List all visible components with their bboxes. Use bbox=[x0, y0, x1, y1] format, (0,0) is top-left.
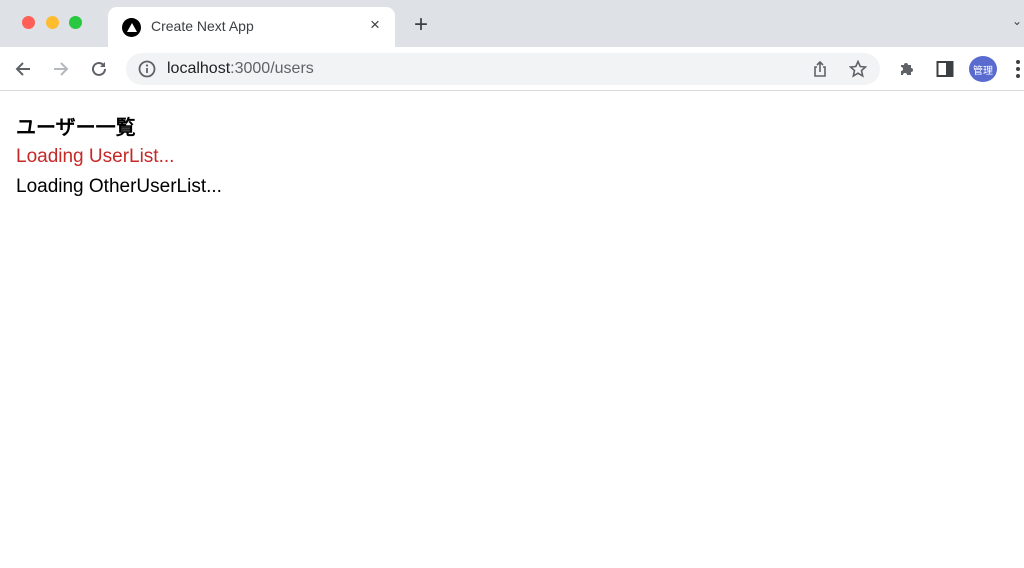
address-bar[interactable]: localhost:3000/users bbox=[126, 53, 880, 85]
tab-search-chevron-icon[interactable]: ⌄ bbox=[1012, 14, 1022, 28]
browser-toolbar: localhost:3000/users 管理 bbox=[0, 47, 1024, 91]
url-path: :3000/users bbox=[230, 60, 314, 77]
reload-icon bbox=[92, 61, 106, 76]
tab-title: Create Next App bbox=[151, 18, 254, 34]
page-content: ユーザー一覧 Loading UserList... Loading Other… bbox=[16, 112, 222, 202]
bookmark-star-icon[interactable] bbox=[848, 59, 868, 79]
info-icon[interactable] bbox=[138, 60, 156, 78]
tab-strip: Create Next App × + ⌄ bbox=[0, 0, 1024, 47]
tab-create-next-app[interactable]: Create Next App × bbox=[108, 7, 395, 47]
url-host: localhost bbox=[167, 60, 231, 77]
reload-button[interactable] bbox=[87, 57, 111, 81]
loading-other-userlist-text: Loading OtherUserList... bbox=[16, 176, 222, 197]
arrow-left-icon bbox=[15, 62, 30, 76]
loading-userlist-text: Loading UserList... bbox=[16, 146, 175, 167]
back-button[interactable] bbox=[11, 57, 35, 81]
forward-button[interactable] bbox=[49, 57, 73, 81]
profile-avatar[interactable]: 管理 bbox=[969, 56, 997, 82]
side-panel-icon[interactable] bbox=[934, 58, 956, 80]
close-window-button[interactable] bbox=[22, 16, 35, 29]
arrow-right-icon bbox=[54, 62, 69, 76]
extensions-puzzle-icon[interactable] bbox=[896, 58, 918, 80]
url-text[interactable]: localhost:3000/users bbox=[167, 60, 314, 78]
minimize-window-button[interactable] bbox=[46, 16, 59, 29]
maximize-window-button[interactable] bbox=[69, 16, 82, 29]
page-title: ユーザー一覧 bbox=[16, 115, 136, 139]
tab-close-icon[interactable]: × bbox=[365, 15, 385, 35]
share-icon[interactable] bbox=[810, 59, 830, 79]
more-menu-icon[interactable] bbox=[1016, 60, 1024, 80]
new-tab-button[interactable]: + bbox=[410, 13, 432, 37]
nextjs-favicon-icon bbox=[122, 18, 141, 37]
